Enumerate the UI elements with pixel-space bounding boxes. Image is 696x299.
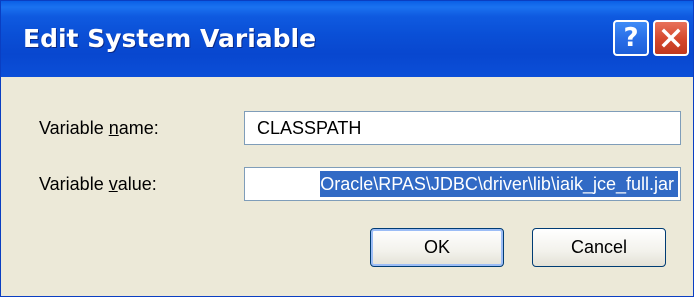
close-icon <box>661 28 681 48</box>
close-button[interactable] <box>653 20 689 56</box>
variable-name-label: Variable name: <box>39 118 159 138</box>
title-bar[interactable]: Edit System Variable ? <box>1 1 693 77</box>
help-button[interactable]: ? <box>613 20 649 56</box>
edit-system-variable-dialog: Edit System Variable ? Variable name: CL… <box>0 0 694 297</box>
cancel-button[interactable]: Cancel <box>532 228 666 267</box>
dialog-title: Edit System Variable <box>23 24 317 53</box>
variable-value-label: Variable value: <box>39 174 157 194</box>
variable-value-selection: Oracle\RPAS\JDBC\driver\lib\iaik_jce_ful… <box>320 171 678 197</box>
help-icon: ? <box>623 23 639 53</box>
ok-button[interactable]: OK <box>370 228 504 267</box>
variable-name-input[interactable]: CLASSPATH <box>244 111 681 145</box>
variable-name-value: CLASSPATH <box>257 118 362 138</box>
variable-value-input[interactable]: Oracle\RPAS\JDBC\driver\lib\iaik_jce_ful… <box>244 167 681 201</box>
